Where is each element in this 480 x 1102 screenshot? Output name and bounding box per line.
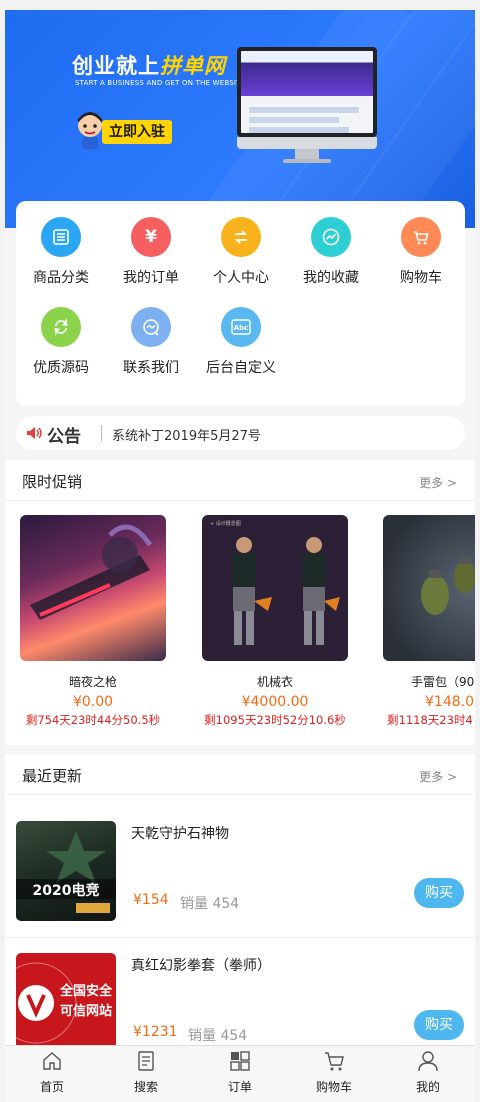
list-item[interactable]: 2020电竞 天乾守护石神物 ¥154 销量 454 购买 bbox=[5, 806, 475, 938]
product-price: ¥154 bbox=[133, 892, 169, 908]
menu-label: 联系我们 bbox=[123, 360, 179, 376]
menu-item-source-code[interactable]: 优质源码 bbox=[16, 307, 106, 387]
more-link[interactable]: 更多 > bbox=[419, 768, 457, 785]
trend-icon bbox=[311, 217, 351, 257]
refresh-icon bbox=[41, 307, 81, 347]
bottom-tab-bar: 首页 搜索 订单 购物车 我的 bbox=[5, 1045, 475, 1102]
flash-product[interactable]: 手雷包（90 ¥148.0 剩1118天23时4 bbox=[381, 515, 475, 728]
recent-header: 最近更新 更多 > bbox=[5, 754, 475, 795]
notice-text[interactable]: 系统补丁2019年5月27号 bbox=[112, 425, 261, 444]
product-name: 机械衣 bbox=[256, 675, 293, 689]
tab-search[interactable]: 搜索 bbox=[99, 1050, 193, 1095]
section-title: 限时促销 bbox=[22, 473, 83, 491]
product-image[interactable] bbox=[383, 515, 475, 661]
tab-label: 订单 bbox=[227, 1080, 252, 1094]
flash-product[interactable]: 暗夜之枪 ¥0.00 剩754天23时44分50.5秒 bbox=[18, 515, 168, 728]
user-icon bbox=[418, 1051, 438, 1072]
banner-subtitle: START A BUSINESS AND GET ON THE WEBSITE bbox=[75, 79, 246, 87]
swap-icon bbox=[221, 217, 261, 257]
flash-product[interactable]: + 设计概念图 机械衣 ¥4000.00 剩1095天23时52分10.6秒 bbox=[200, 515, 350, 728]
hero-banner[interactable]: 创业就上拼单网 START A BUSINESS AND GET ON THE … bbox=[5, 10, 475, 228]
menu-item-custom[interactable]: Abc 后台自定义 bbox=[196, 307, 286, 387]
product-image[interactable]: 全国安全 可信网站 bbox=[16, 953, 116, 1053]
product-image[interactable] bbox=[20, 515, 166, 661]
menu-item-cart[interactable]: 购物车 bbox=[376, 217, 466, 297]
flash-sale-header: 限时促销 更多 > bbox=[5, 460, 475, 501]
product-name: 暗夜之枪 bbox=[68, 675, 117, 689]
tab-profile[interactable]: 我的 bbox=[381, 1050, 475, 1095]
product-countdown: 剩1095天23时52分10.6秒 bbox=[204, 713, 346, 727]
menu-label: 个人中心 bbox=[213, 270, 269, 286]
join-now-button[interactable]: 立即入驻 bbox=[102, 120, 172, 144]
menu-label: 后台自定义 bbox=[206, 360, 276, 376]
menu-item-orders[interactable]: ¥ 我的订单 bbox=[106, 217, 196, 297]
buy-button[interactable]: 购买 bbox=[414, 878, 464, 908]
cart-icon bbox=[325, 1052, 344, 1071]
menu-item-profile[interactable]: 个人中心 bbox=[196, 217, 286, 297]
grid-icon bbox=[230, 1051, 250, 1071]
product-image[interactable]: + 设计概念图 bbox=[202, 515, 348, 661]
banner-title: 创业就上拼单网 bbox=[72, 54, 226, 78]
quick-menu: 商品分类 ¥ 我的订单 个人中心 我的收藏 购物车 优质源码 联系我们 Abc … bbox=[16, 201, 465, 406]
product-name: 真红幻影拳套（拳师） bbox=[131, 958, 271, 974]
section-title: 最近更新 bbox=[22, 767, 83, 785]
tab-label: 我的 bbox=[415, 1080, 440, 1094]
text-icon: Abc bbox=[221, 307, 261, 347]
flash-sale-section: 限时促销 更多 > 暗夜之枪 ¥0.00 剩754天23时44分50.5秒 + … bbox=[5, 460, 475, 745]
tab-home[interactable]: 首页 bbox=[5, 1050, 99, 1095]
svg-text:全国安全: 全国安全 bbox=[59, 983, 113, 999]
page: 创业就上拼单网 START A BUSINESS AND GET ON THE … bbox=[5, 10, 475, 1102]
svg-text:可信网站: 可信网站 bbox=[60, 1003, 112, 1019]
tab-label: 首页 bbox=[39, 1080, 64, 1094]
notice-title: 公告 bbox=[47, 427, 81, 447]
cart-icon bbox=[401, 217, 441, 257]
product-sales: 销量 454 bbox=[180, 896, 240, 912]
product-countdown: 剩1118天23时4 bbox=[387, 713, 473, 727]
notice-bar[interactable]: 公告 系统补丁2019年5月27号 bbox=[16, 416, 465, 450]
menu-item-categories[interactable]: 商品分类 bbox=[16, 217, 106, 297]
product-price: ¥1231 bbox=[133, 1024, 178, 1040]
menu-label: 我的订单 bbox=[123, 270, 179, 286]
menu-label: 我的收藏 bbox=[303, 270, 359, 286]
product-name: 天乾守护石神物 bbox=[131, 826, 229, 842]
yen-icon: ¥ bbox=[131, 217, 171, 257]
menu-item-contact[interactable]: 联系我们 bbox=[106, 307, 196, 387]
product-sales: 销量 454 bbox=[188, 1028, 248, 1044]
search-icon bbox=[138, 1051, 154, 1071]
chat-icon bbox=[131, 307, 171, 347]
tab-orders[interactable]: 订单 bbox=[193, 1050, 287, 1095]
list-icon bbox=[41, 217, 81, 257]
menu-label: 商品分类 bbox=[33, 270, 89, 286]
tab-label: 搜索 bbox=[133, 1080, 158, 1094]
image-caption: 2020电竞 bbox=[33, 882, 100, 899]
menu-label: 购物车 bbox=[400, 270, 442, 286]
product-price: ¥4000.00 bbox=[241, 694, 309, 710]
more-link[interactable]: 更多 > bbox=[419, 474, 457, 491]
buy-button[interactable]: 购买 bbox=[414, 1010, 464, 1040]
product-countdown: 剩754天23时44分50.5秒 bbox=[25, 713, 161, 727]
menu-item-favorites[interactable]: 我的收藏 bbox=[286, 217, 376, 297]
recent-section: 最近更新 更多 > 2020电竞 天乾守护石神物 ¥154 销量 454 购买 bbox=[5, 754, 475, 1054]
banner-brand: 拼单网 bbox=[160, 54, 226, 78]
tab-label: 购物车 bbox=[315, 1080, 352, 1094]
speaker-icon bbox=[27, 427, 42, 439]
tab-cart[interactable]: 购物车 bbox=[287, 1050, 381, 1095]
monitor-illustration bbox=[237, 47, 377, 165]
home-icon bbox=[43, 1052, 61, 1070]
product-price: ¥148.0 bbox=[425, 694, 474, 710]
notice-divider bbox=[101, 425, 102, 441]
list-item[interactable]: 全国安全 可信网站 真红幻影拳套（拳师） ¥1231 销量 454 购买 bbox=[5, 938, 475, 1054]
svg-text:+ 设计概念图: + 设计概念图 bbox=[210, 520, 241, 527]
product-price: ¥0.00 bbox=[72, 694, 114, 710]
product-name: 手雷包（90 bbox=[411, 675, 475, 689]
svg-text:Abc: Abc bbox=[234, 324, 249, 332]
product-image[interactable]: 2020电竞 bbox=[16, 821, 116, 921]
menu-label: 优质源码 bbox=[33, 360, 89, 376]
